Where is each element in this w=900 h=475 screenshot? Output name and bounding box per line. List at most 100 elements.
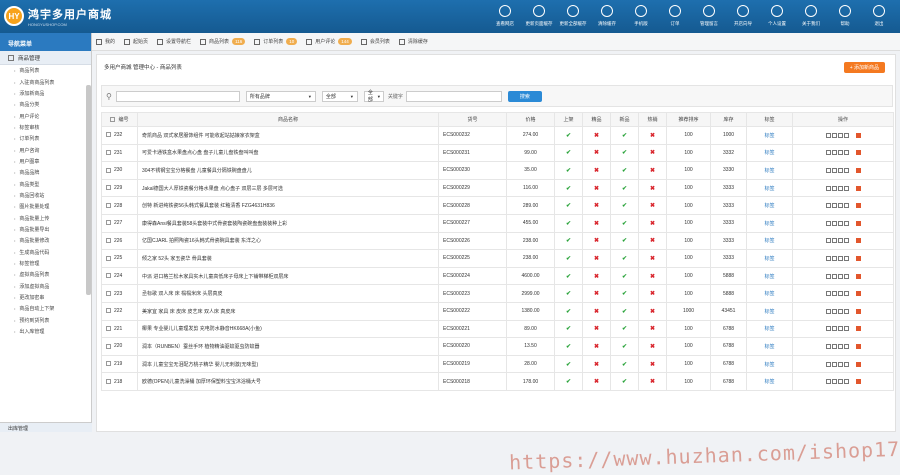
delete-icon[interactable] (855, 185, 861, 191)
cross-icon[interactable]: ✖ (650, 203, 655, 209)
copy-icon[interactable] (837, 203, 843, 209)
check-icon[interactable]: ✔ (622, 168, 627, 174)
delete-icon[interactable] (855, 343, 861, 349)
view-icon[interactable] (825, 185, 831, 191)
cell-name[interactable]: 润本 儿童宝宝无泪配方桃子精华 婴儿无刺激(无味型) (137, 354, 439, 374)
delete-icon[interactable] (855, 132, 861, 138)
filter-select-1[interactable]: 全部 ▼ (321, 90, 358, 102)
delete-icon[interactable] (855, 220, 861, 226)
trash-icon[interactable] (843, 167, 849, 173)
cell-name[interactable]: 可爱卡通铁盒水果盘点心盘 盘子儿童儿盘铁盘叫叫盘 (137, 143, 439, 163)
copy-icon[interactable] (837, 238, 843, 244)
check-icon[interactable]: ✔ (622, 238, 627, 244)
check-icon[interactable]: ✔ (566, 256, 571, 262)
trash-icon[interactable] (843, 255, 849, 261)
delete-icon[interactable] (855, 150, 861, 156)
view-icon[interactable] (825, 150, 831, 156)
cross-icon[interactable]: ✖ (594, 168, 599, 174)
cell-sort[interactable]: 100 (666, 266, 711, 286)
check-icon[interactable]: ✔ (622, 150, 627, 156)
tab-item[interactable]: 清除缓存 (398, 38, 428, 45)
topnav-item[interactable]: 退出 (862, 2, 896, 31)
cell-sort[interactable]: 100 (666, 213, 711, 233)
cross-icon[interactable]: ✖ (594, 362, 599, 368)
brand-logo[interactable]: HY 鸿宇多用户商城 HONGYUSHOP.COM (4, 5, 112, 27)
cross-icon[interactable]: ✖ (594, 274, 599, 280)
sidebar-item[interactable]: 生成商品代码 (14, 247, 91, 258)
topnav-item[interactable]: 关于我们 (794, 2, 828, 31)
cross-icon[interactable]: ✖ (594, 203, 599, 209)
view-icon[interactable] (825, 326, 831, 332)
row-checkbox[interactable] (106, 361, 111, 367)
cross-icon[interactable]: ✖ (650, 133, 655, 139)
trash-icon[interactable] (843, 326, 849, 332)
cross-icon[interactable]: ✖ (650, 238, 655, 244)
edit-icon[interactable] (831, 150, 837, 156)
topnav-item[interactable]: 更新全部缓存 (556, 2, 590, 31)
cross-icon[interactable]: ✖ (594, 221, 599, 227)
sidebar-item[interactable]: 用户评论 (14, 110, 91, 121)
edit-icon[interactable] (831, 167, 837, 173)
topnav-item[interactable]: 更新页面缓存 (522, 2, 556, 31)
category-input[interactable] (115, 90, 240, 102)
view-icon[interactable] (825, 220, 831, 226)
cell-price[interactable]: 35.00 (506, 161, 555, 180)
cell-stock[interactable]: 6788 (710, 337, 747, 356)
copy-icon[interactable] (837, 185, 843, 191)
brand-select[interactable]: 所有品牌 ▼ (245, 90, 316, 102)
cross-icon[interactable]: ✖ (650, 186, 655, 192)
trash-icon[interactable] (843, 379, 849, 385)
tab-item[interactable]: 设置导航栏 (157, 38, 191, 45)
cell-name[interactable]: Jakal德国大人厚铁瓷餐分格水果盘 点心盘子 双层三层 多层可选 (137, 178, 439, 198)
check-icon[interactable]: ✔ (566, 344, 571, 350)
sidebar-item[interactable]: 用户咨询 (14, 144, 91, 155)
check-icon[interactable]: ✔ (622, 256, 627, 262)
sidebar-item[interactable]: 虚拟商品列表 (14, 269, 91, 280)
cell-stock[interactable]: 43451 (710, 301, 747, 321)
cell-sort[interactable]: 100 (666, 249, 711, 268)
cell-price[interactable]: 28.00 (506, 354, 555, 374)
row-checkbox[interactable] (106, 132, 111, 138)
cross-icon[interactable]: ✖ (594, 133, 599, 139)
sidebar-item[interactable]: 添加新商品 (14, 88, 91, 99)
check-icon[interactable]: ✔ (566, 309, 571, 315)
topnav-item[interactable]: 订单 (658, 2, 692, 31)
sidebar-item[interactable]: 标签审核 (14, 122, 91, 133)
tag-link[interactable]: 标签 (764, 362, 774, 368)
view-icon[interactable] (825, 238, 831, 244)
cell-name[interactable]: 倾之家 52头 家玉瓷华 骨具套装 (137, 249, 439, 268)
check-icon[interactable]: ✔ (566, 221, 571, 227)
sidebar-item[interactable]: 商品自动上下架 (14, 303, 91, 314)
sidebar-item[interactable]: 预约到货列表 (14, 315, 91, 326)
delete-icon[interactable] (855, 379, 861, 385)
cell-stock[interactable]: 6788 (710, 354, 747, 374)
sidebar-item[interactable]: 更改加密串 (14, 292, 91, 303)
delete-icon[interactable] (855, 255, 861, 261)
cell-sort[interactable]: 100 (666, 354, 711, 374)
check-icon[interactable]: ✔ (622, 133, 627, 139)
row-checkbox[interactable] (106, 378, 111, 384)
cell-price[interactable]: 13.50 (506, 337, 555, 356)
tag-link[interactable]: 标签 (764, 203, 774, 209)
tag-link[interactable]: 标签 (764, 150, 774, 156)
copy-icon[interactable] (837, 150, 843, 156)
tag-link[interactable]: 标签 (764, 256, 774, 262)
tab-item[interactable]: 用户评论 144 (306, 38, 352, 45)
cell-price[interactable]: 238.00 (506, 249, 555, 268)
view-icon[interactable] (825, 273, 831, 279)
view-icon[interactable] (825, 361, 831, 367)
delete-icon[interactable] (855, 326, 861, 332)
edit-icon[interactable] (831, 308, 837, 314)
cross-icon[interactable]: ✖ (594, 238, 599, 244)
copy-icon[interactable] (837, 132, 843, 138)
cross-icon[interactable]: ✖ (594, 344, 599, 350)
row-checkbox[interactable] (106, 150, 111, 156)
cell-sort[interactable]: 100 (666, 161, 711, 180)
row-checkbox[interactable] (106, 308, 111, 314)
tag-link[interactable]: 标签 (764, 274, 774, 280)
sidebar-item[interactable]: 商品品牌 (14, 167, 91, 178)
cell-price[interactable]: 4600.00 (506, 266, 555, 286)
check-icon[interactable]: ✔ (622, 362, 627, 368)
check-icon[interactable]: ✔ (622, 326, 627, 332)
delete-icon[interactable] (855, 167, 861, 173)
